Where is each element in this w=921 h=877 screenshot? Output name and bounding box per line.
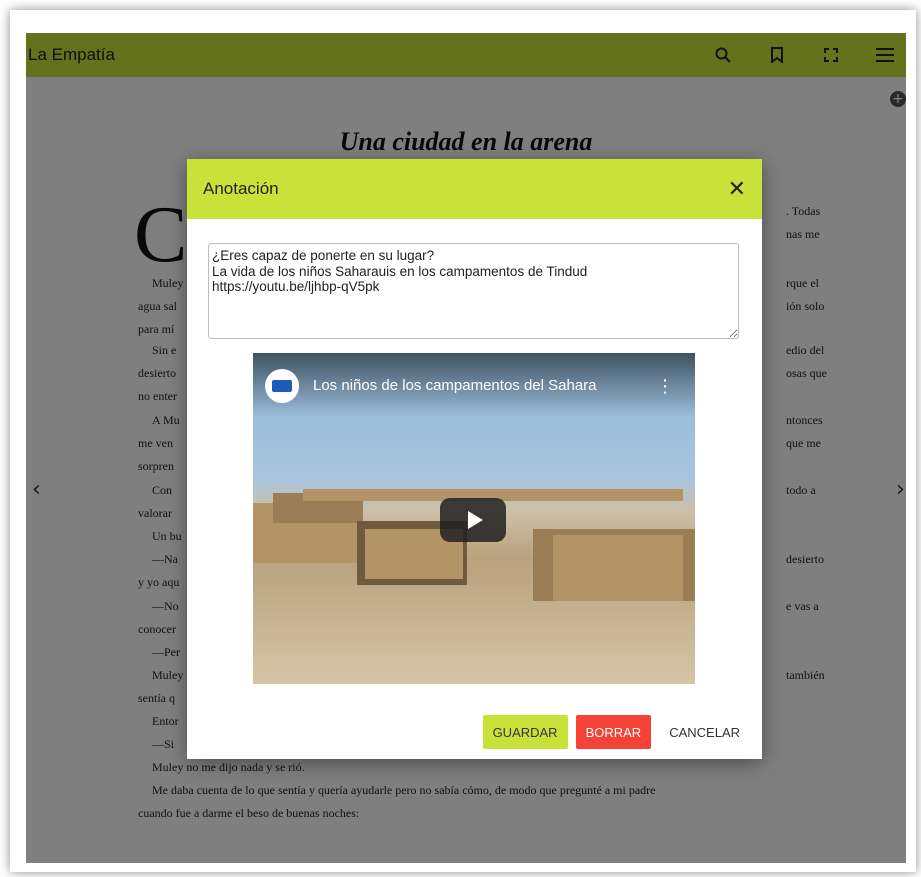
channel-avatar[interactable] bbox=[265, 369, 299, 403]
dialog-actions: GUARDAR BORRAR CANCELAR bbox=[482, 715, 750, 749]
annotation-dialog: Anotación ✕ ¿Eres capaz de ponerte en su… bbox=[187, 159, 762, 759]
cancel-button[interactable]: CANCELAR bbox=[659, 715, 750, 749]
modal-backdrop-top bbox=[26, 33, 906, 77]
more-options-icon[interactable]: ⋮ bbox=[651, 373, 679, 401]
delete-button[interactable]: BORRAR bbox=[575, 715, 652, 749]
dialog-title: Anotación bbox=[203, 179, 279, 198]
video-title[interactable]: Los niños de los campamentos del Sahara bbox=[313, 377, 635, 394]
save-button[interactable]: GUARDAR bbox=[482, 715, 568, 749]
video-embed[interactable]: Los niños de los campamentos del Sahara … bbox=[253, 353, 695, 684]
annotation-textarea[interactable]: ¿Eres capaz de ponerte en su lugar? La v… bbox=[208, 243, 739, 339]
close-icon[interactable]: ✕ bbox=[728, 177, 746, 202]
dialog-header: Anotación ✕ bbox=[187, 159, 762, 219]
play-icon bbox=[467, 511, 483, 529]
play-button[interactable] bbox=[440, 498, 506, 542]
